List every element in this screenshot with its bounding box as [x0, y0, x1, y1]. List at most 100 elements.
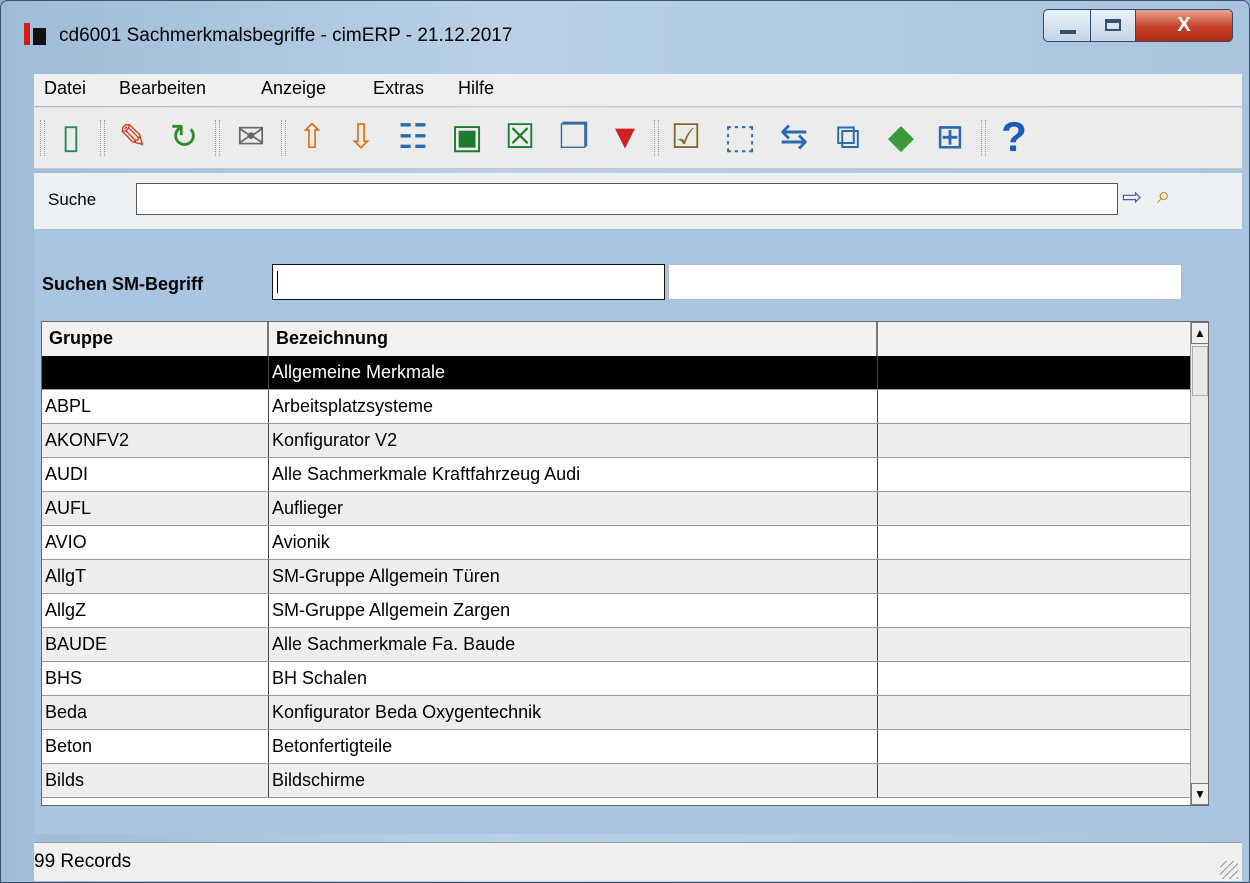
main-content: Suchen SM-Begriff Gruppe Bezeichnung All…	[34, 230, 1242, 834]
cell-gruppe: Bilds	[42, 764, 269, 797]
toolbar-separator	[654, 120, 659, 156]
windows-icon[interactable]: ⧉	[826, 115, 870, 159]
excel-icon[interactable]: ☒	[498, 115, 542, 159]
cell-extra	[878, 390, 1190, 423]
menu-bearbeiten[interactable]: Bearbeiten	[119, 78, 206, 99]
table-row[interactable]: AllgZ SM-Gruppe Allgemein Zargen	[42, 594, 1190, 628]
scroll-thumb[interactable]	[1192, 346, 1208, 396]
cell-extra	[878, 458, 1190, 491]
cell-bezeichnung: Avionik	[269, 526, 878, 559]
cell-extra	[878, 560, 1190, 593]
cell-gruppe: AVIO	[42, 526, 269, 559]
cell-bezeichnung: Konfigurator Beda Oxygentechnik	[269, 696, 878, 729]
cell-gruppe: AKONFV2	[42, 424, 269, 457]
status-bar: 99 Records	[34, 842, 1242, 881]
filter-input[interactable]	[272, 264, 665, 300]
filter-description-field[interactable]	[668, 264, 1182, 300]
table-row[interactable]: Beton Betonfertigteile	[42, 730, 1190, 764]
cell-extra	[878, 696, 1190, 729]
app-logo-icon	[24, 23, 46, 45]
arrow-right-icon[interactable]: ⇨	[1122, 183, 1142, 212]
cell-extra	[878, 628, 1190, 661]
table-row[interactable]: BHS BH Schalen	[42, 662, 1190, 696]
cell-gruppe: Beda	[42, 696, 269, 729]
transfer-icon[interactable]: ⇆	[772, 115, 816, 159]
table-row[interactable]: BAUDE Alle Sachmerkmale Fa. Baude	[42, 628, 1190, 662]
cell-extra	[878, 594, 1190, 627]
cell-bezeichnung: Alle Sachmerkmale Kraftfahrzeug Audi	[269, 458, 878, 491]
minimize-button[interactable]	[1043, 9, 1091, 42]
edit-icon[interactable]: ✎	[111, 115, 155, 159]
cell-extra	[878, 424, 1190, 457]
cell-bezeichnung: BH Schalen	[269, 662, 878, 695]
menu-datei[interactable]: Datei	[44, 78, 86, 99]
cell-extra	[878, 526, 1190, 559]
table-row[interactable]: AllgT SM-Gruppe Allgemein Türen	[42, 560, 1190, 594]
cell-extra	[878, 356, 1190, 389]
properties-icon[interactable]: ☑	[664, 115, 708, 159]
table-row[interactable]: AVIO Avionik	[42, 526, 1190, 560]
table-row[interactable]: Beda Konfigurator Beda Oxygentechnik	[42, 696, 1190, 730]
cell-bezeichnung: SM-Gruppe Allgemein Türen	[269, 560, 878, 593]
export-icon[interactable]: ▣	[445, 115, 489, 159]
exit-icon[interactable]: ▯	[49, 115, 93, 159]
search-icon[interactable]: ⌕	[1157, 182, 1170, 210]
scroll-down-icon[interactable]: ▼	[1191, 783, 1208, 805]
cell-extra	[878, 492, 1190, 525]
cell-gruppe: AllgT	[42, 560, 269, 593]
copy-icon[interactable]: ❐	[552, 115, 596, 159]
cell-gruppe	[42, 356, 269, 389]
scroll-up-icon[interactable]: ▲	[1191, 322, 1208, 344]
column-header-gruppe[interactable]: Gruppe	[42, 322, 269, 356]
cell-gruppe: AllgZ	[42, 594, 269, 627]
title-bar[interactable]: cd6001 Sachmerkmalsbegriffe - cimERP - 2…	[1, 1, 1249, 67]
table-row[interactable]: Bilds Bildschirme	[42, 764, 1190, 798]
number-list-icon[interactable]: ☷	[391, 115, 435, 159]
sort-ascending-icon[interactable]: ⇧	[290, 115, 334, 159]
maximize-button[interactable]	[1090, 9, 1136, 42]
toolbar-separator	[40, 120, 45, 156]
filter-label: Suchen SM-Begriff	[42, 274, 204, 294]
select-area-icon[interactable]: ⬚	[718, 115, 762, 159]
window-controls: X	[1043, 9, 1233, 43]
search-bar: Suche ⇨ ⌕	[34, 173, 1242, 230]
cell-gruppe: ABPL	[42, 390, 269, 423]
cell-bezeichnung: Konfigurator V2	[269, 424, 878, 457]
column-header-extra[interactable]	[878, 322, 1190, 356]
cell-gruppe: BAUDE	[42, 628, 269, 661]
table-row[interactable]: ABPL Arbeitsplatzsysteme	[42, 390, 1190, 424]
cell-gruppe: Beton	[42, 730, 269, 763]
data-table: Gruppe Bezeichnung Allgemeine Merkmale AB…	[41, 321, 1209, 806]
toolbar-separator	[100, 120, 105, 156]
table-header: Gruppe Bezeichnung	[42, 322, 1190, 357]
cell-extra	[878, 764, 1190, 797]
book-icon[interactable]: ◆	[879, 115, 923, 159]
cell-bezeichnung: Bildschirme	[269, 764, 878, 797]
table-row[interactable]: AKONFV2 Konfigurator V2	[42, 424, 1190, 458]
menu-extras[interactable]: Extras	[373, 78, 424, 99]
toolbar: ▯ ✎ ↻ ✉ ⇧ ⇩ ☷ ▣ ☒ ❐ ▼ ☑ ⬚ ⇆ ⧉ ◆ ⊞ ?	[34, 107, 1242, 169]
toolbar-separator	[981, 120, 986, 156]
refresh-icon[interactable]: ↻	[162, 115, 206, 159]
help-icon[interactable]: ?	[992, 115, 1036, 159]
grid-icon[interactable]: ⊞	[928, 115, 972, 159]
resize-grip-icon[interactable]	[1220, 861, 1238, 879]
search-input[interactable]	[136, 183, 1118, 215]
cell-gruppe: AUDI	[42, 458, 269, 491]
menu-bar: Datei Bearbeiten Anzeige Extras Hilfe	[34, 74, 1242, 106]
table-row[interactable]: AUDI Alle Sachmerkmale Kraftfahrzeug Audi	[42, 458, 1190, 492]
table-row[interactable]: Allgemeine Merkmale	[42, 356, 1190, 390]
sort-descending-icon[interactable]: ⇩	[339, 115, 383, 159]
mail-icon[interactable]: ✉	[229, 115, 273, 159]
column-header-bezeichnung[interactable]: Bezeichnung	[269, 322, 878, 356]
table-row[interactable]: AUFL Auflieger	[42, 492, 1190, 526]
cell-bezeichnung: Auflieger	[269, 492, 878, 525]
menu-hilfe[interactable]: Hilfe	[458, 78, 494, 99]
menu-anzeige[interactable]: Anzeige	[261, 78, 326, 99]
close-button[interactable]: X	[1135, 9, 1233, 42]
vertical-scrollbar[interactable]: ▲ ▼	[1190, 322, 1208, 805]
app-window: cd6001 Sachmerkmalsbegriffe - cimERP - 2…	[0, 0, 1250, 883]
cell-extra	[878, 730, 1190, 763]
filter-icon[interactable]: ▼	[603, 115, 647, 159]
cell-bezeichnung: Betonfertigteile	[269, 730, 878, 763]
